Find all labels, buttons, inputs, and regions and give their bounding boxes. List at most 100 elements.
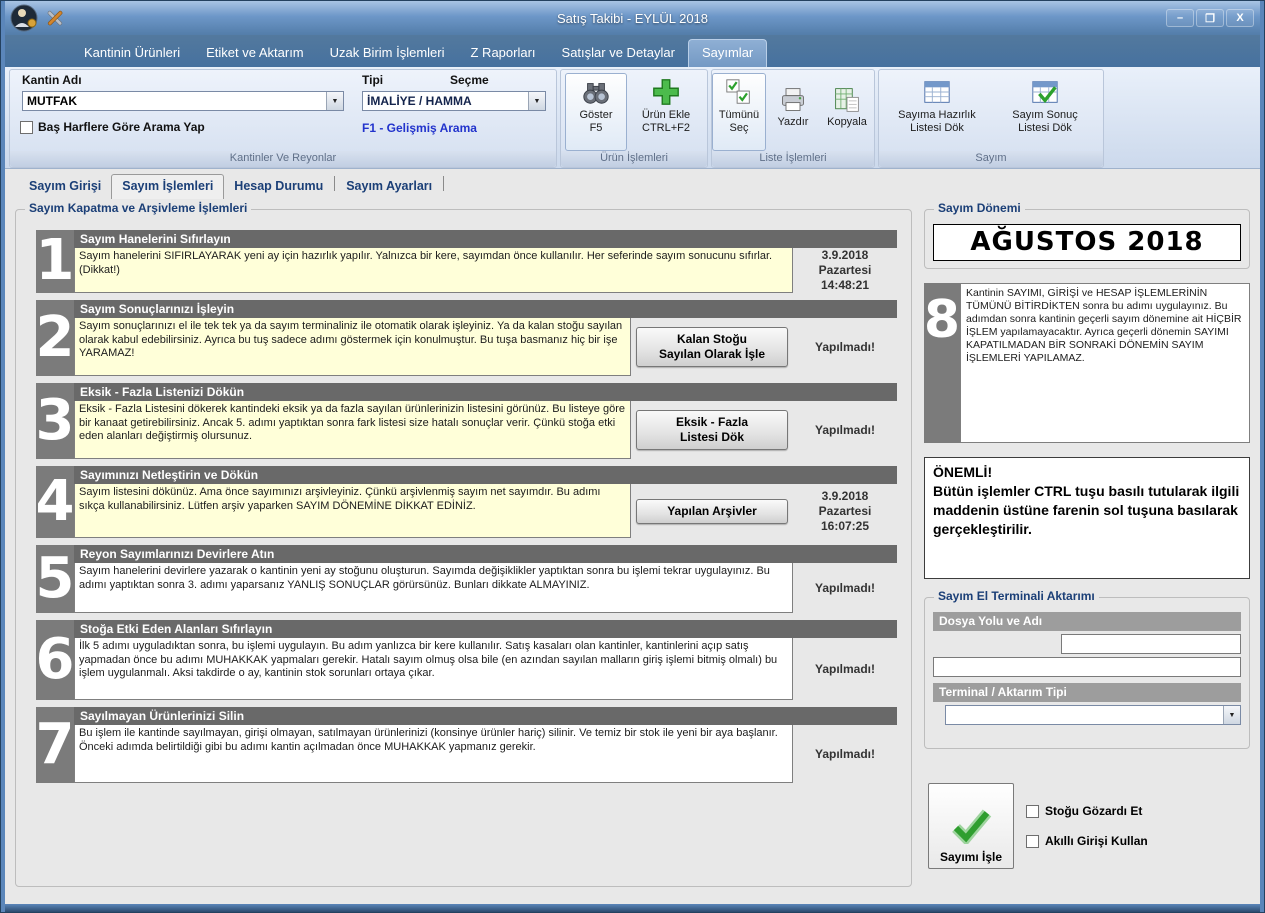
copy-sheet-icon — [833, 86, 861, 114]
ribbon-tab-z-raporlari[interactable]: Z Raporları — [458, 40, 549, 67]
yazdir-button[interactable]: Yazdır — [768, 73, 818, 151]
stogu-gozardi-checkbox[interactable] — [1026, 805, 1039, 818]
ribbon-tab-bar: Kantinin Ürünleri Etiket ve Aktarım Uzak… — [5, 35, 1260, 67]
group-caption-liste: Liste İşlemleri — [712, 151, 874, 167]
step-title[interactable]: Eksik - Fazla Listenizi Dökün — [74, 383, 897, 401]
maximize-button[interactable]: ❐ — [1196, 9, 1224, 27]
step-description: Eksik - Fazla Listesini dökerek kantinde… — [74, 401, 631, 459]
secme-label: Seçme — [450, 73, 489, 87]
binoculars-icon — [581, 77, 611, 107]
sayim-donemi-value: AĞUSTOS 2018 — [933, 224, 1241, 261]
dosya-yolu-label: Dosya Yolu ve Adı — [933, 612, 1241, 631]
table-check-icon — [1030, 77, 1060, 107]
kantin-adi-combobox[interactable]: MUTFAK ▼ — [22, 91, 344, 111]
ribbon-group-kantinler-ve-reyonlar: Kantin Adı Tipi Seçme MUTFAK ▼ İMALİYE /… — [9, 69, 557, 168]
important-notice: ÖNEMLİ! Bütün işlemler CTRL tuşu basılı … — [924, 457, 1250, 579]
sayima-hazirlik-listesi-button[interactable]: Sayıma Hazırlık Listesi Dök — [884, 73, 990, 151]
checkboxes-icon — [724, 77, 754, 107]
check-icon — [949, 808, 993, 844]
stogu-gozardi-checkbox-row[interactable]: Stoğu Gözardı Et — [1026, 804, 1148, 818]
kantin-adi-label: Kantin Adı — [22, 73, 82, 87]
step-title[interactable]: Sayılmayan Ürünlerinizi Silin — [74, 707, 897, 725]
step-title[interactable]: Sayım Hanelerini Sıfırlayın — [74, 230, 897, 248]
step-row-5: 5 Reyon Sayımlarınızı Devirlere Atın Say… — [36, 545, 897, 613]
step-row-6: 6 Stoğa Etki Eden Alanları Sıfırlayın İl… — [36, 620, 897, 700]
sayimi-isle-button[interactable]: Sayımı İşle — [928, 783, 1014, 869]
ribbon-tab-sayimlar[interactable]: Sayımlar — [688, 39, 767, 67]
tab-hesap-durumu[interactable]: Hesap Durumu — [224, 175, 333, 199]
ribbon-tab-etiket-ve-aktarim[interactable]: Etiket ve Aktarım — [193, 40, 317, 67]
step-row-1: 1 Sayım Hanelerini Sıfırlayın Sayım hane… — [36, 230, 897, 293]
minimize-button[interactable]: – — [1166, 9, 1194, 27]
sayim-sonuc-listesi-button[interactable]: Sayım Sonuç Listesi Dök — [992, 73, 1098, 151]
terminal-tipi-combobox[interactable]: ▼ — [945, 705, 1241, 725]
step-title[interactable]: Sayımınızı Netleştirin ve Dökün — [74, 466, 897, 484]
step-description: Sayım hanelerini devirlere yazarak o kan… — [74, 563, 793, 613]
tipi-combobox[interactable]: İMALİYE / HAMMA ▼ — [362, 91, 546, 111]
bas-harf-checkbox-row[interactable]: Baş Harflere Göre Arama Yap — [20, 120, 205, 134]
terminal-actions: Sayımı İşle Stoğu Gözardı Et Akıllı Giri… — [924, 783, 1250, 869]
window-bottom-frame — [5, 904, 1260, 912]
chevron-down-icon[interactable]: ▼ — [326, 92, 343, 110]
step-title[interactable]: Reyon Sayımlarınızı Devirlere Atın — [74, 545, 897, 563]
tab-sayim-ayarlari[interactable]: Sayım Ayarları — [336, 175, 442, 199]
eksik-fazla-listesi-button[interactable]: Eksik - Fazla Listesi Dök — [636, 410, 788, 450]
step-row-7: 7 Sayılmayan Ürünlerinizi Silin Bu işlem… — [36, 707, 897, 783]
tab-sayim-girisi[interactable]: Sayım Girişi — [19, 175, 111, 199]
kalan-stogu-isle-button[interactable]: Kalan Stoğu Sayılan Olarak İşle — [636, 327, 788, 367]
gelismis-arama-link[interactable]: F1 - Gelişmiş Arama — [362, 121, 477, 135]
kopyala-button[interactable]: Kopyala — [820, 73, 874, 151]
tab-separator — [443, 176, 444, 191]
tab-separator — [334, 176, 335, 191]
content-area: Sayım Kapatma ve Arşivleme İşlemleri 1 S… — [5, 199, 1260, 904]
page-tab-bar: Sayım Girişi Sayım İşlemleri Hesap Durum… — [5, 169, 1260, 199]
sayim-donemi-groupbox: Sayım Dönemi AĞUSTOS 2018 — [924, 209, 1250, 269]
terminal-tipi-label: Terminal / Aktarım Tipi — [933, 683, 1241, 702]
step-status: Yapılmadı! — [793, 563, 897, 613]
right-panel: Sayım Dönemi AĞUSTOS 2018 8 Kantinin SAY… — [924, 209, 1250, 904]
stogu-gozardi-label: Stoğu Gözardı Et — [1045, 804, 1142, 818]
akilli-giris-label: Akıllı Girişi Kullan — [1045, 834, 1148, 848]
group-caption-urun: Ürün İşlemleri — [561, 151, 707, 167]
urun-ekle-button[interactable]: Ürün Ekle CTRL+F2 — [629, 73, 703, 151]
ribbon-tab-satislar-ve-detaylar[interactable]: Satışlar ve Detaylar — [549, 40, 688, 67]
tumunu-sec-button[interactable]: Tümünü Seç — [712, 73, 766, 151]
bas-harf-checkbox-label: Baş Harflere Göre Arama Yap — [38, 120, 205, 134]
ribbon-group-sayim: Sayıma Hazırlık Listesi Dök Sayım Sonu — [878, 69, 1104, 168]
step-number: 2 — [36, 300, 74, 376]
tab-sayim-islemleri[interactable]: Sayım İşlemleri — [111, 174, 224, 200]
close-button[interactable]: X — [1226, 9, 1254, 27]
step-title[interactable]: Sayım Sonuçlarınızı İşleyin — [74, 300, 897, 318]
step-description: İlk 5 adımı uyguladıktan sonra, bu işlem… — [74, 638, 793, 700]
step-number: 6 — [36, 620, 74, 700]
step-status: Yapılmadı! — [793, 318, 897, 376]
ribbon-tab-kantinin-urunleri[interactable]: Kantinin Ürünleri — [71, 40, 193, 67]
akilli-giris-checkbox-row[interactable]: Akıllı Girişi Kullan — [1026, 834, 1148, 848]
chevron-down-icon[interactable]: ▼ — [1223, 706, 1240, 724]
plus-icon — [651, 77, 681, 107]
groupbox-title: Sayım El Terminali Aktarımı — [934, 589, 1099, 603]
goster-button[interactable]: Göster F5 — [565, 73, 627, 151]
groupbox-title: Sayım Dönemi — [934, 201, 1025, 215]
dosya-yolu-input-1[interactable] — [1061, 634, 1241, 654]
step-title[interactable]: Stoğa Etki Eden Alanları Sıfırlayın — [74, 620, 897, 638]
yapilan-arsivler-button[interactable]: Yapılan Arşivler — [636, 499, 788, 524]
title-bar: Satış Takibi - EYLÜL 2018 – ❐ X — [5, 1, 1260, 35]
chevron-down-icon[interactable]: ▼ — [528, 92, 545, 110]
tipi-label: Tipi — [362, 73, 383, 87]
step-number: 5 — [36, 545, 74, 613]
step-status: Yapılmadı! — [793, 401, 897, 459]
ribbon: Kantin Adı Tipi Seçme MUTFAK ▼ İMALİYE /… — [5, 67, 1260, 169]
sayim-kapatma-groupbox: Sayım Kapatma ve Arşivleme İşlemleri 1 S… — [15, 209, 912, 887]
step-number: 3 — [36, 383, 74, 459]
bas-harf-checkbox[interactable] — [20, 121, 33, 134]
step-description: Sayım listesini dökünüz. Ama önce sayımı… — [74, 484, 631, 538]
ribbon-tab-uzak-birim-islemleri[interactable]: Uzak Birim İşlemleri — [317, 40, 458, 67]
step-row-8: 8 Kantinin SAYIMI, GİRİŞİ ve HESAP İŞLEM… — [924, 283, 1250, 443]
table-grid-icon — [922, 77, 952, 107]
dosya-yolu-input-2[interactable] — [933, 657, 1241, 677]
step-status: 3.9.2018 Pazartesi 16:07:25 — [793, 484, 897, 538]
step-row-3: 3 Eksik - Fazla Listenizi Dökün Eksik - … — [36, 383, 897, 459]
ribbon-group-liste-islemleri: Tümünü Seç Yazdır — [711, 69, 875, 168]
akilli-giris-checkbox[interactable] — [1026, 835, 1039, 848]
